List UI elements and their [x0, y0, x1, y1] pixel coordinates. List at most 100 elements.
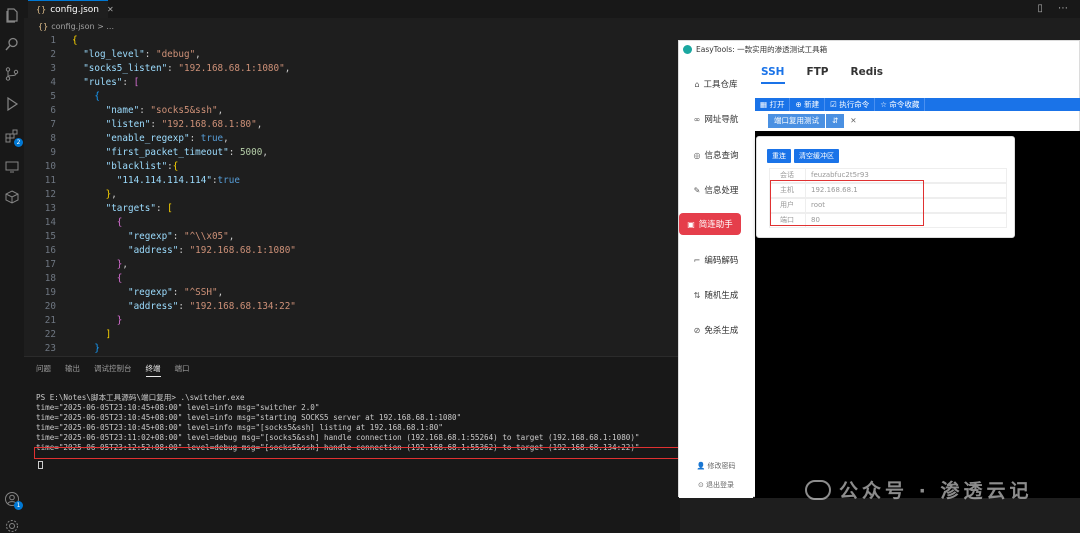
easytools-window: EasyTools: 一款实用的渗透测试工具箱 ⌂ 工具仓库 ∞ 网址导航 ◎ 信息查… [678, 40, 1080, 498]
logout-link[interactable]: ⊙ 退出登录 [679, 480, 753, 490]
app-logo-icon [683, 44, 692, 54]
terminal-line: time="2025-06-05T23:10:45+08:00" level=i… [36, 413, 462, 422]
code-line: 15 "regexp": "^\\x05", [44, 231, 235, 242]
panel-tabs: 问题 输出 调试控制台 终端 端口 [36, 363, 190, 377]
tab-ssh[interactable]: SSH [761, 66, 784, 78]
code-line: 2 "log_level": "debug", [50, 49, 201, 60]
tab-ftp[interactable]: FTP [806, 66, 828, 78]
code-line: 1{ [50, 35, 78, 46]
ssh-toolbar: ▦ 打开 ⊕ 新建 ☑ 执行命令 ☆ 命令收藏 [755, 98, 1080, 111]
sidebar-item-av-evasion[interactable]: ⊘ 免杀生成 [679, 319, 753, 341]
gear-icon[interactable] [3, 517, 21, 533]
code-line: 16 "address": "192.168.68.1:1080" [44, 245, 296, 256]
change-password-link[interactable]: 👤 修改密码 [679, 461, 753, 471]
account-icon[interactable]: 1 [3, 490, 23, 510]
code-line: 7 "listen": "192.168.68.1:80", [50, 119, 263, 130]
remote-explorer-icon[interactable] [3, 158, 21, 176]
breadcrumb-text: config.json > ... [51, 21, 114, 31]
terminal-line: time="2025-06-05T23:10:45+08:00" level=i… [36, 403, 320, 412]
breadcrumb[interactable]: {} config.json > ... [24, 18, 684, 34]
code-line: 19 "regexp": "^SSH", [44, 287, 224, 298]
new-button[interactable]: ⊕ 新建 [790, 98, 826, 111]
activity-bar: 2 1 [0, 0, 24, 533]
wechat-icon [805, 479, 831, 500]
sidebar-item-encode-decode[interactable]: ⌐ 编码解码 [679, 249, 753, 271]
source-control-icon[interactable] [3, 65, 21, 83]
code-line: 6 "name": "socks5&ssh", [50, 105, 224, 116]
terminal-cursor [38, 461, 43, 469]
json-braces-icon: {} [38, 21, 49, 31]
edit-icon: ✎ [693, 185, 701, 195]
close-icon[interactable]: ✕ [844, 114, 862, 128]
command-favorites-button[interactable]: ☆ 命令收藏 [875, 98, 926, 111]
terminal-output[interactable]: PS E:\Notes\脚本工具源码\端口复用> .\switcher.exe … [36, 393, 639, 453]
code-line: 18 { [44, 273, 123, 284]
code-line: 4 "rules": [ [50, 77, 140, 88]
search-icon[interactable] [3, 35, 21, 53]
account-badge: 1 [14, 501, 23, 510]
tab-problems[interactable]: 问题 [36, 363, 51, 377]
tab-config-json[interactable]: {} config.json ✕ [28, 0, 114, 18]
clear-buffer-button[interactable]: 清空缓冲区 [794, 149, 839, 163]
sidebar-item-random-gen[interactable]: ⇅ 随机生成 [679, 284, 753, 306]
user-icon: 👤 [696, 462, 708, 470]
code-line: 3 "socks5_listen": "192.168.68.1:1080", [50, 63, 291, 74]
sidebar-item-connect-helper[interactable]: ▣ 简连助手 [679, 213, 741, 235]
highlight-box [770, 180, 924, 226]
code-line: 9 "first_packet_timeout": 5000, [50, 147, 268, 158]
tab-redis[interactable]: Redis [850, 66, 883, 78]
json-braces-icon: {} [36, 5, 47, 14]
code-line: 5 { [50, 91, 100, 102]
code-line: 11 "114.114.114.114":true [44, 175, 240, 186]
open-button[interactable]: ▦ 打开 [755, 98, 791, 111]
code-line: 8 "enable_regexp": true, [50, 133, 229, 144]
code-line: 23 } [44, 343, 100, 354]
explorer-icon[interactable] [3, 6, 21, 24]
extensions-icon[interactable]: 2 [3, 127, 23, 147]
connect-icon: ▣ [687, 219, 695, 229]
code-line: 12 }, [44, 189, 117, 200]
window-title: EasyTools: 一款实用的渗透测试工具箱 [696, 44, 828, 54]
code-line: 17 }, [44, 259, 128, 270]
protocol-tabs: SSH FTP Redis [761, 66, 905, 78]
code-line: 22 ] [44, 329, 112, 340]
bottom-panel: 问题 输出 调试控制台 终端 端口 PS E:\Notes\脚本工具源码\端口复… [24, 356, 686, 533]
toolbox-icon: ⌂ [694, 79, 700, 89]
code-line: 14 { [44, 217, 123, 228]
terminal-prompt: PS E:\Notes\脚本工具源码\端口复用> .\switcher.exe [36, 393, 245, 402]
tab-ports[interactable]: 端口 [175, 363, 190, 377]
editor-tab-bar: {} config.json ✕ ▯ ⋯ [24, 0, 1080, 18]
execute-command-button[interactable]: ☑ 执行命令 [825, 98, 876, 111]
session-tab-port-reuse[interactable]: 端口复用测试 [768, 114, 825, 128]
code-icon: ⌐ [693, 255, 701, 265]
plus-icon: ⊕ [795, 100, 805, 109]
highlight-box [34, 447, 686, 459]
chat-icon: ◎ [693, 150, 701, 160]
package-icon[interactable] [3, 188, 21, 206]
code-line: 13 "targets": [ [44, 203, 173, 214]
code-editor[interactable]: 1{ 2 "log_level": "debug", 3 "socks5_lis… [24, 34, 680, 356]
watermark: 公众号 · 渗透云记 [805, 476, 1032, 503]
run-debug-icon[interactable] [3, 95, 21, 113]
editor-actions[interactable]: ▯ ⋯ [1037, 3, 1074, 14]
reconnect-button[interactable]: 重连 [767, 149, 791, 163]
star-icon: ☆ [880, 100, 890, 109]
tab-debug-console[interactable]: 调试控制台 [94, 363, 132, 377]
sidebar-item-info-process[interactable]: ✎ 信息处理 [679, 179, 753, 201]
popup-buttons: 重连 清空缓冲区 [767, 149, 839, 163]
code-line: 10 "blacklist":{ [44, 161, 179, 172]
tab-terminal[interactable]: 终端 [145, 363, 161, 377]
sidebar: ⌂ 工具仓库 ∞ 网址导航 ◎ 信息查询 ✎ 信息处理 ▣ 简连助手 ⌐ 编码解码 ⇅ 随机生… [679, 57, 753, 498]
extensions-badge: 2 [14, 138, 23, 147]
sidebar-item-info-query[interactable]: ◎ 信息查询 [679, 144, 753, 166]
watermark-text: 公众号 · 渗透云记 [839, 480, 1033, 502]
sidebar-item-tool-repo[interactable]: ⌂ 工具仓库 [679, 73, 753, 95]
sidebar-item-url-nav[interactable]: ∞ 网址导航 [679, 108, 753, 130]
link-icon: ∞ [693, 114, 701, 124]
active-tab-indicator [761, 82, 785, 84]
tab-output[interactable]: 输出 [65, 363, 80, 377]
swap-icon[interactable]: ⇵ [826, 114, 845, 128]
terminal-line: time="2025-06-05T23:11:02+08:00" level=d… [36, 433, 640, 442]
execute-icon: ☑ [830, 100, 840, 109]
close-icon[interactable]: ✕ [107, 5, 114, 14]
